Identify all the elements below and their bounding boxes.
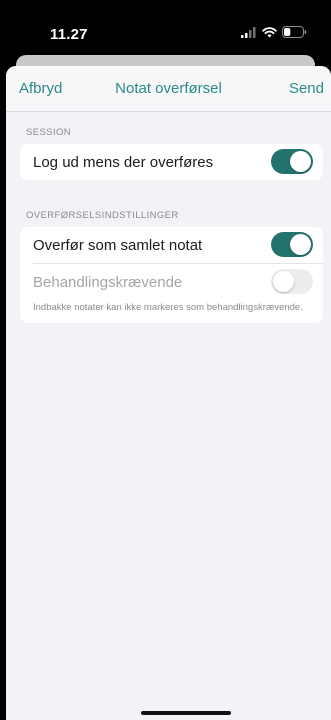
status-time: 11.27 bbox=[50, 26, 88, 43]
section-header-transfer: OVERFØRSELSINDSTILLINGER bbox=[26, 210, 179, 221]
toggle-knob bbox=[273, 271, 294, 292]
toggle-knob bbox=[290, 234, 311, 255]
battery-icon bbox=[282, 25, 307, 43]
status-bar: 11.27 bbox=[0, 0, 331, 56]
logout-row: Log ud mens der overføres bbox=[20, 144, 323, 180]
battery-fill bbox=[284, 28, 291, 36]
combined-note-toggle[interactable] bbox=[271, 232, 313, 257]
wifi-icon bbox=[262, 25, 277, 43]
status-icons bbox=[241, 25, 307, 43]
treatment-toggle[interactable] bbox=[271, 269, 313, 294]
logout-label: Log ud mens der overføres bbox=[33, 153, 214, 171]
combined-note-row: Overfør som samlet notat bbox=[20, 227, 323, 263]
transfer-group: Overfør som samlet notat Behandlingskræv… bbox=[20, 227, 323, 323]
treatment-row: Behandlingskrævende bbox=[20, 264, 323, 300]
send-button[interactable]: Send bbox=[289, 80, 324, 97]
treatment-label: Behandlingskrævende bbox=[33, 273, 183, 291]
logout-toggle[interactable] bbox=[271, 149, 313, 174]
section-header-session: SESSION bbox=[26, 127, 72, 138]
signal-icon bbox=[241, 25, 257, 43]
combined-note-label: Overfør som samlet notat bbox=[33, 236, 203, 254]
home-indicator bbox=[141, 711, 231, 715]
nav-bar: Afbryd Notat overførsel Send bbox=[6, 66, 331, 112]
transfer-sheet: Afbryd Notat overførsel Send SESSION Log… bbox=[6, 66, 331, 720]
session-group: Log ud mens der overføres bbox=[20, 144, 323, 180]
page-title: Notat overførsel bbox=[115, 80, 222, 97]
treatment-footnote: Indbakke notater kan ikke markeres som b… bbox=[33, 302, 303, 313]
toggle-knob bbox=[290, 151, 311, 172]
